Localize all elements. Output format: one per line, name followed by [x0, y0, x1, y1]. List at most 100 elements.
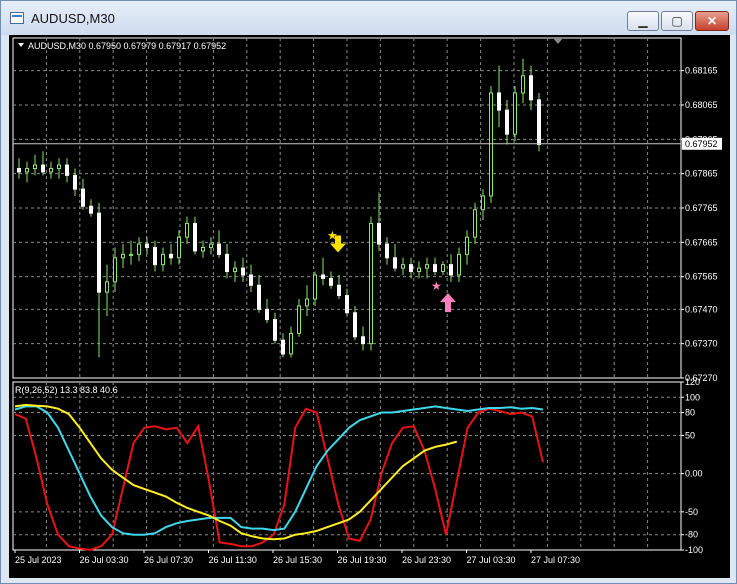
candle-body[interactable] [137, 243, 141, 255]
candle-body[interactable] [457, 253, 461, 276]
candle-body[interactable] [25, 168, 29, 173]
sub-y-tick-label: -80 [685, 530, 698, 540]
candle-body[interactable] [33, 164, 37, 170]
candle-body[interactable] [393, 257, 397, 269]
candle-body[interactable] [361, 336, 365, 345]
candle-body[interactable] [257, 284, 261, 310]
sub-y-tick-label: -50 [685, 507, 698, 517]
chart-shift-marker[interactable] [553, 38, 563, 44]
candle-body[interactable] [265, 308, 269, 321]
minimize-button[interactable]: ▁ [627, 11, 659, 31]
y-tick-label: 0.67470 [685, 304, 718, 314]
indicator-series-line [14, 403, 458, 541]
candle-body[interactable] [249, 274, 253, 286]
candle-body[interactable] [505, 109, 509, 135]
candle-body[interactable] [97, 212, 101, 293]
current-price-label: 0.67952 [685, 139, 718, 149]
chart-canvas[interactable]: 0.681650.680650.679650.678650.677650.676… [9, 35, 730, 578]
candle-body[interactable] [401, 264, 405, 269]
x-tick-label: 26 Jul 15:30 [273, 555, 322, 565]
candle-body[interactable] [537, 99, 541, 145]
candle-body[interactable] [529, 75, 533, 101]
indicator-title: R(9,26,52) 13.3 83.8 40.6 [15, 385, 118, 395]
candle-body[interactable] [465, 236, 469, 255]
candle-body[interactable] [425, 264, 429, 269]
close-button[interactable]: ✕ [695, 11, 729, 31]
x-tick-label: 26 Jul 11:30 [209, 555, 257, 565]
candle-body[interactable] [193, 222, 197, 252]
candle-body[interactable] [145, 243, 149, 248]
candle-body[interactable] [121, 253, 125, 259]
candle-body[interactable] [513, 92, 517, 135]
candle-body[interactable] [169, 253, 173, 259]
candle-body[interactable] [225, 253, 229, 273]
candle-body[interactable] [433, 264, 437, 273]
candle-body[interactable] [241, 267, 245, 276]
candle-body[interactable] [329, 277, 333, 286]
candle-body[interactable] [417, 267, 421, 273]
candle-body[interactable] [81, 188, 85, 207]
candle-body[interactable] [337, 284, 341, 297]
candle-body[interactable] [65, 164, 69, 176]
candle-body[interactable] [49, 168, 53, 173]
maximize-button[interactable]: ▢ [661, 11, 693, 31]
candle-body[interactable] [113, 257, 117, 283]
candle-body[interactable] [177, 236, 181, 259]
candle-body[interactable] [89, 205, 93, 214]
candle-body[interactable] [377, 222, 381, 245]
candle-body[interactable] [281, 339, 285, 355]
chart-area[interactable]: 0.681650.680650.679650.678650.677650.676… [9, 35, 730, 578]
x-tick-label: 26 Jul 19:30 [338, 555, 387, 565]
indicator-series-line [14, 405, 544, 536]
candle-body[interactable] [161, 253, 165, 266]
candle-body[interactable] [489, 92, 493, 197]
candle-body[interactable] [521, 75, 525, 94]
candle-body[interactable] [289, 332, 293, 355]
candle-body[interactable] [409, 264, 413, 273]
candle-body[interactable] [481, 195, 485, 211]
candle-body[interactable] [369, 222, 373, 345]
candle-body[interactable] [305, 298, 309, 307]
candle-body[interactable] [441, 264, 445, 273]
candle-body[interactable] [313, 274, 317, 300]
x-tick-label: 26 Jul 03:30 [80, 555, 129, 565]
candle-body[interactable] [201, 246, 205, 252]
y-tick-label: 0.67565 [685, 272, 718, 282]
candle-body[interactable] [217, 243, 221, 255]
candle-body[interactable] [385, 243, 389, 259]
candle-body[interactable] [105, 281, 109, 293]
candle-body[interactable] [321, 274, 325, 279]
candle-body[interactable] [273, 319, 277, 341]
y-tick-label: 0.67865 [685, 169, 718, 179]
candle-body[interactable] [17, 168, 21, 173]
sub-y-tick-label: 80 [685, 408, 695, 418]
x-tick-label: 26 Jul 23:30 [402, 555, 451, 565]
y-tick-label: 0.67765 [685, 203, 718, 213]
chart-window-icon [10, 12, 24, 24]
candle-body[interactable] [209, 243, 213, 248]
candle-body[interactable] [129, 253, 133, 256]
chart-menu-icon[interactable] [18, 43, 24, 47]
app-window: AUDUSD,M30 ▁ ▢ ✕ 0.681650.680650.679650.… [0, 0, 737, 584]
candle-body[interactable] [473, 209, 477, 238]
candle-body[interactable] [233, 267, 237, 273]
x-tick-label: 25 Jul 2023 [15, 555, 62, 565]
sub-y-tick-label: -100 [685, 545, 703, 555]
main-chart-title: AUDUSD,M30 0.67950 0.67979 0.67917 0.679… [28, 41, 226, 51]
y-tick-label: 0.68065 [685, 100, 718, 110]
candle-body[interactable] [41, 164, 45, 173]
candle-body[interactable] [353, 312, 357, 338]
candle-body[interactable] [57, 164, 61, 170]
candle-body[interactable] [449, 264, 453, 276]
window-title: AUDUSD,M30 [31, 11, 115, 26]
x-tick-label: 26 Jul 07:30 [144, 555, 193, 565]
y-tick-label: 0.68165 [685, 66, 718, 76]
y-tick-label: 0.67665 [685, 237, 718, 247]
candle-body[interactable] [153, 246, 157, 266]
candle-body[interactable] [185, 222, 189, 238]
candle-body[interactable] [497, 92, 501, 111]
title-bar[interactable]: AUDUSD,M30 ▁ ▢ ✕ [1, 1, 736, 35]
candle-body[interactable] [297, 305, 301, 334]
candle-body[interactable] [73, 174, 77, 190]
candle-body[interactable] [345, 295, 349, 314]
